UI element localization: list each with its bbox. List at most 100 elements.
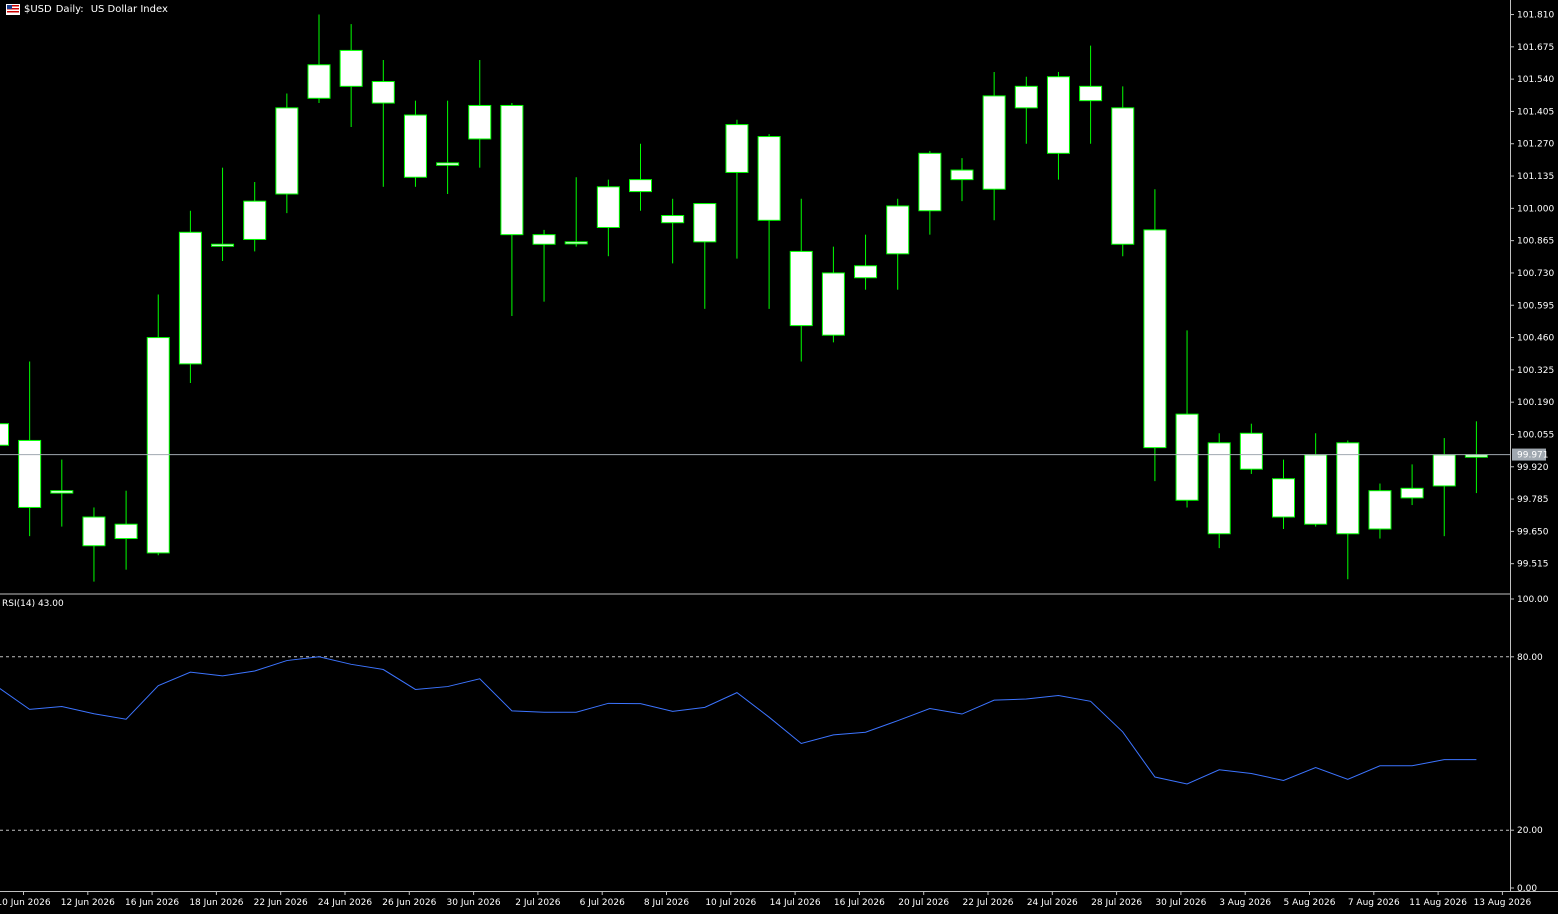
candle-body — [629, 179, 652, 193]
candle-body — [789, 250, 813, 327]
price-tick-label: 100.730 — [1517, 269, 1554, 279]
price-tick-label: 99.785 — [1517, 495, 1549, 505]
candle-body — [18, 439, 42, 508]
time-tick-label: 22 Jul 2026 — [963, 898, 1014, 908]
candle-body — [596, 186, 620, 228]
candle-body — [339, 49, 363, 87]
price-tick-label: 101.675 — [1517, 43, 1554, 53]
time-tick-label: 11 Aug 2026 — [1409, 898, 1467, 908]
candle-body — [1272, 478, 1295, 518]
candle-body — [50, 490, 74, 494]
time-tick-label: 16 Jun 2026 — [125, 898, 179, 908]
chart-title: $USD Daily: US Dollar Index — [6, 4, 168, 15]
rsi-label: RSI(14) 43.00 — [2, 599, 64, 609]
candle-body — [1014, 85, 1038, 109]
time-tick-label: 14 Jul 2026 — [770, 898, 821, 908]
candle-body — [982, 95, 1006, 190]
price-tick-label: 101.135 — [1517, 172, 1554, 182]
candle-body — [725, 124, 749, 173]
timeframe: Daily: — [55, 4, 84, 15]
time-tick-label: 24 Jul 2026 — [1027, 898, 1078, 908]
candle-body — [693, 203, 717, 243]
candle-body — [436, 162, 460, 166]
symbol: $USD — [24, 4, 52, 15]
candle-body — [661, 215, 685, 224]
candle-body — [371, 81, 395, 104]
time-tick-label: 10 Jul 2026 — [705, 898, 756, 908]
candle-body — [854, 265, 878, 279]
current-price-label: 99.971 — [1517, 451, 1549, 461]
time-tick-label: 8 Jul 2026 — [644, 898, 689, 908]
price-tick-label: 101.540 — [1517, 75, 1554, 85]
candle-body — [1239, 432, 1263, 470]
candle-body — [275, 107, 299, 195]
price-tick-label: 101.270 — [1517, 140, 1554, 150]
rsi-pane: 100.00 80.00 20.00 0.00 — [0, 595, 1549, 894]
price-tick-label: 99.515 — [1517, 560, 1549, 570]
time-tick-label: 5 Aug 2026 — [1284, 898, 1336, 908]
candle-body — [1368, 490, 1392, 530]
time-tick-label: 7 Aug 2026 — [1348, 898, 1400, 908]
rsi-tick-label: 0.00 — [1517, 884, 1537, 894]
price-axis-ticks: 101.810 101.675 101.540 101.405 101.270 101.1… — [1510, 11, 1554, 570]
price-tick-label: 100.190 — [1517, 398, 1554, 408]
time-tick-label: 6 Jul 2026 — [580, 898, 625, 908]
rsi-line — [0, 656, 1477, 785]
rsi-tick-label: 20.00 — [1517, 826, 1543, 836]
rsi-tick-label: 100.00 — [1517, 595, 1549, 605]
candles-group — [0, 14, 1488, 582]
price-tick-label: 99.650 — [1517, 527, 1549, 537]
chart-canvas: 99.971 101.810 101.675 101.540 101.405 101.2… — [0, 0, 1558, 908]
candle-body — [564, 241, 588, 245]
candle-body — [886, 205, 910, 255]
candle-body — [1304, 454, 1328, 525]
candle-body — [1175, 413, 1199, 501]
candle-body — [82, 516, 106, 547]
candle-body — [1464, 454, 1488, 458]
time-tick-label: 10 Jun 2026 — [0, 898, 51, 908]
time-tick-label: 2 Jul 2026 — [515, 898, 560, 908]
candle-body — [243, 200, 267, 240]
candle-body — [757, 136, 781, 221]
candle-body — [0, 423, 9, 446]
price-tick-label: 99.920 — [1517, 463, 1549, 473]
candle-body — [1207, 442, 1231, 535]
time-tick-label: 20 Jul 2026 — [898, 898, 949, 908]
candle-body — [918, 152, 942, 212]
price-tick-label: 100.325 — [1517, 366, 1554, 376]
candle-body — [1432, 454, 1456, 487]
time-tick-label: 28 Jul 2026 — [1091, 898, 1142, 908]
rsi-tick-label: 80.00 — [1517, 653, 1543, 663]
candle-body — [468, 104, 492, 140]
candle-body — [500, 104, 524, 236]
time-axis-ticks: 10 Jun 2026 12 Jun 2026 16 Jun 2026 18 Jun … — [0, 891, 1531, 908]
candle-body — [1046, 76, 1070, 154]
candle-body — [1400, 487, 1424, 499]
time-tick-label: 30 Jul 2026 — [1155, 898, 1206, 908]
time-tick-label: 22 Jun 2026 — [254, 898, 308, 908]
time-tick-label: 24 Jun 2026 — [318, 898, 372, 908]
price-tick-label: 101.405 — [1517, 107, 1554, 117]
time-tick-label: 26 Jun 2026 — [382, 898, 436, 908]
candle-body — [146, 337, 170, 554]
price-tick-label: 100.595 — [1517, 301, 1554, 311]
time-tick-label: 13 Aug 2026 — [1474, 898, 1532, 908]
candle-body — [1079, 85, 1103, 102]
price-tick-label: 100.865 — [1517, 237, 1554, 247]
instrument-name: US Dollar Index — [90, 4, 168, 15]
time-tick-label: 12 Jun 2026 — [61, 898, 115, 908]
time-tick-label: 30 Jun 2026 — [447, 898, 501, 908]
candle-body — [532, 234, 556, 245]
candle-body — [211, 243, 235, 247]
candle-body — [950, 169, 974, 181]
candle-body — [403, 114, 427, 178]
price-tick-label: 100.460 — [1517, 334, 1554, 344]
price-tick-label: 100.055 — [1517, 430, 1554, 440]
time-tick-label: 18 Jun 2026 — [189, 898, 243, 908]
candle-body — [114, 523, 138, 540]
candle-body — [1143, 229, 1167, 449]
price-tick-label: 101.810 — [1517, 11, 1554, 21]
candle-body — [178, 231, 202, 365]
time-tick-label: 16 Jul 2026 — [834, 898, 885, 908]
candle-body — [1111, 107, 1135, 245]
